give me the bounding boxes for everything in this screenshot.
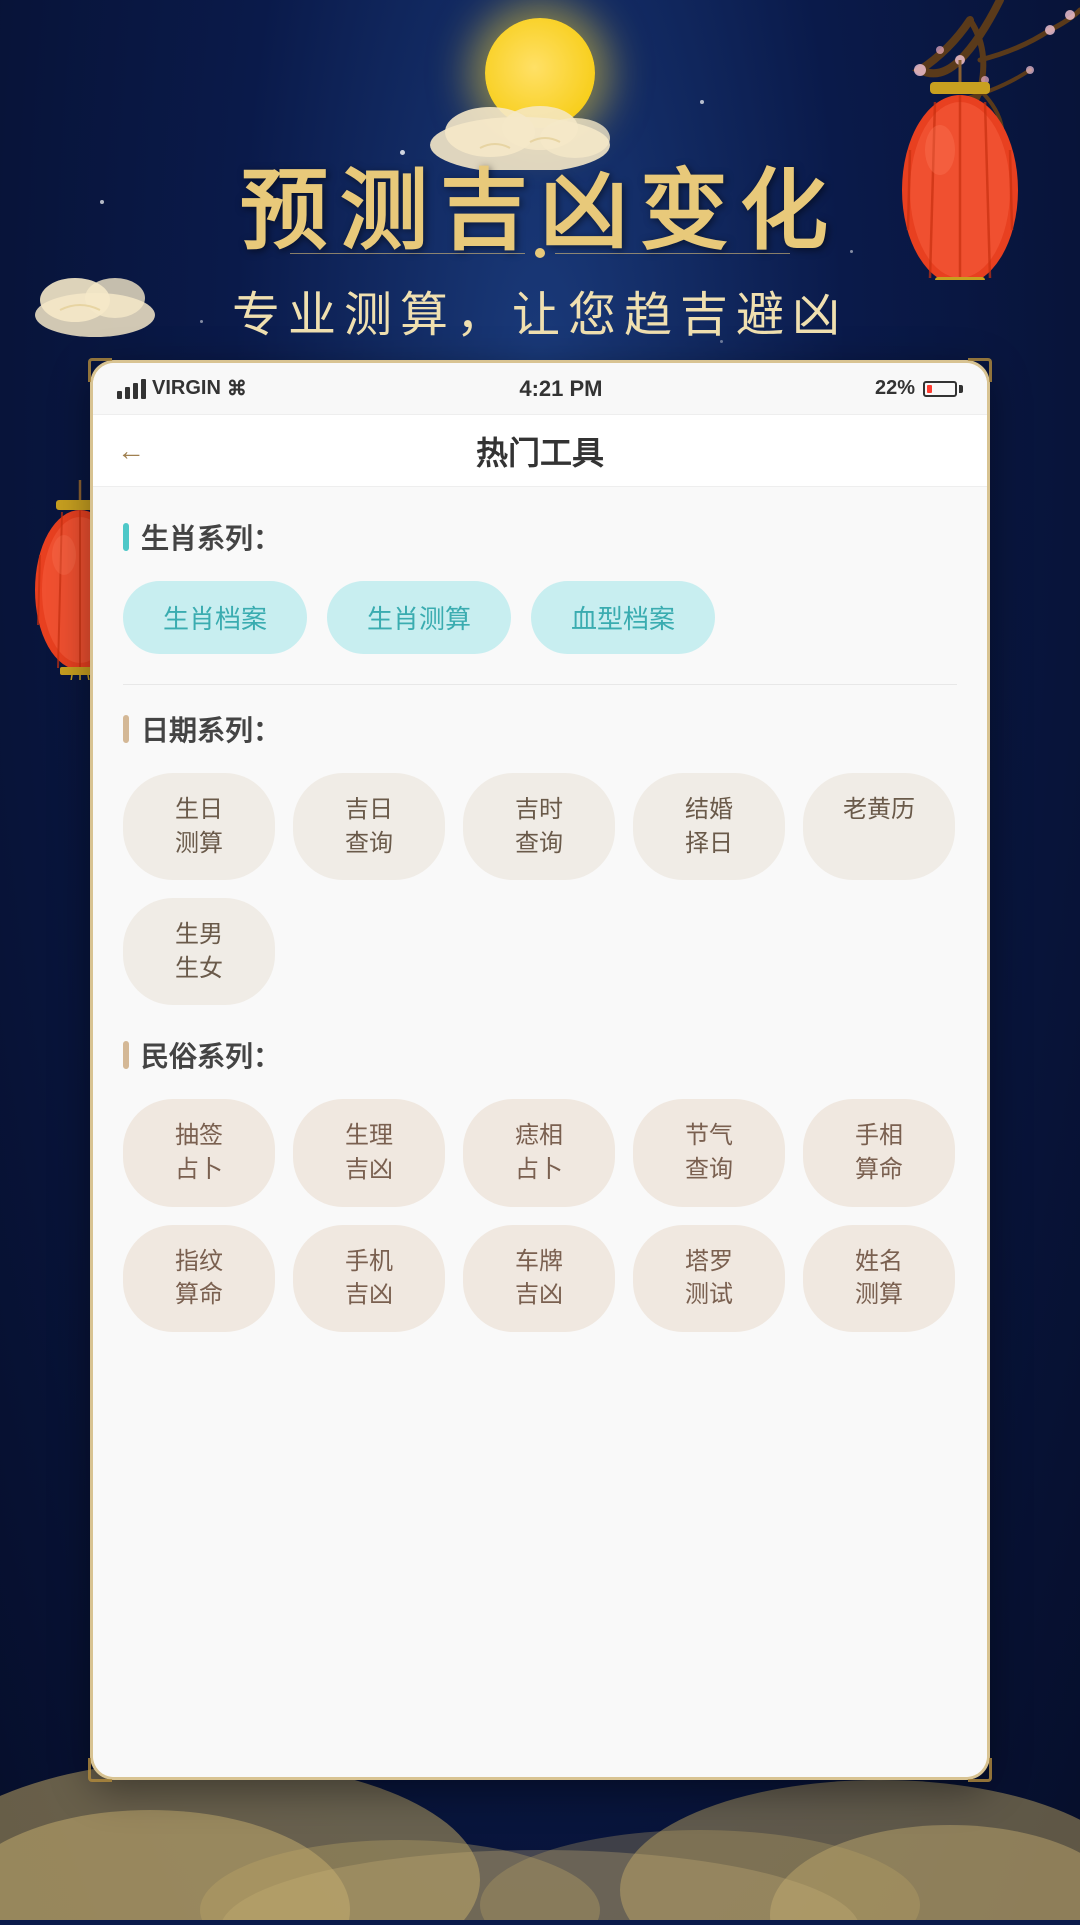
corner-br-decoration <box>968 1758 992 1782</box>
content-area: 生肖系列： 生肖档案 生肖测算 血型档案 日期系列： 生日测算 吉日查询 吉时查… <box>93 487 987 1777</box>
phone-frame: VIRGIN ⌘ 4:21 PM 22% ← 热门工具 生肖系列： <box>90 360 990 1780</box>
section-shengxiao-title: 生肖系列： <box>123 517 957 557</box>
status-time: 4:21 PM <box>519 376 602 402</box>
btn-shengxiao-dangan[interactable]: 生肖档案 <box>123 581 307 654</box>
status-bar: VIRGIN ⌘ 4:21 PM 22% <box>93 363 987 415</box>
btn-laohuan-li[interactable]: 老黄历 <box>803 773 955 880</box>
btn-taluo-ceshi[interactable]: 塔罗测试 <box>633 1225 785 1332</box>
date-buttons: 生日测算 吉日查询 吉时查询 结婚择日 老黄历 生男生女 <box>123 773 957 1005</box>
subtitle: 专业测算，让您趋吉避凶 <box>0 275 1080 345</box>
divider-1 <box>123 684 957 685</box>
title-divider <box>290 252 790 254</box>
btn-zhiwen-suanming[interactable]: 指纹算命 <box>123 1225 275 1332</box>
status-right: 22% <box>875 377 963 400</box>
page-title: 热门工具 <box>476 428 604 474</box>
section-folk-label: 民俗系列： <box>141 1035 281 1075</box>
section-shengxiao: 生肖系列： 生肖档案 生肖测算 血型档案 <box>123 517 957 654</box>
btn-shouxiang-suanming[interactable]: 手相算命 <box>803 1099 955 1206</box>
btn-chouqian-zhanbu[interactable]: 抽签占卜 <box>123 1099 275 1206</box>
btn-shengli-jixiong[interactable]: 生理吉凶 <box>293 1099 445 1206</box>
section-shengxiao-label: 生肖系列： <box>141 517 281 557</box>
section-bar-beige-2 <box>123 1041 129 1069</box>
section-bar-teal <box>123 523 129 551</box>
shengxiao-buttons: 生肖档案 生肖测算 血型档案 <box>123 581 957 654</box>
wifi-icon: ⌘ <box>227 376 247 401</box>
corner-bl-decoration <box>88 1758 112 1782</box>
btn-jieqi-chaxun[interactable]: 节气查询 <box>633 1099 785 1206</box>
btn-shengxiao-cesuan[interactable]: 生肖测算 <box>327 581 511 654</box>
back-button[interactable]: ← <box>117 435 145 467</box>
btn-xuexing-dangan[interactable]: 血型档案 <box>531 581 715 654</box>
section-date-label: 日期系列： <box>141 709 281 749</box>
folk-buttons: 抽签占卜 生理吉凶 痣相占卜 节气查询 手相算命 指纹算命 手机吉凶 车牌吉凶 … <box>123 1099 957 1331</box>
section-date: 日期系列： 生日测算 吉日查询 吉时查询 结婚择日 老黄历 生男生女 <box>123 709 957 1005</box>
btn-xingming-cesuan[interactable]: 姓名测算 <box>803 1225 955 1332</box>
btn-zhixiang-zhanbu[interactable]: 痣相占卜 <box>463 1099 615 1206</box>
btn-jishi-chaxun[interactable]: 吉时查询 <box>463 773 615 880</box>
section-date-title: 日期系列： <box>123 709 957 749</box>
section-folk-title: 民俗系列： <box>123 1035 957 1075</box>
btn-chepai-jixiong[interactable]: 车牌吉凶 <box>463 1225 615 1332</box>
section-bar-beige-1 <box>123 715 129 743</box>
btn-shengri-cesuan[interactable]: 生日测算 <box>123 773 275 880</box>
btn-shouji-jixiong[interactable]: 手机吉凶 <box>293 1225 445 1332</box>
status-left: VIRGIN ⌘ <box>117 376 247 401</box>
btn-jiri-chaxun[interactable]: 吉日查询 <box>293 773 445 880</box>
nav-bar: ← 热门工具 <box>93 415 987 487</box>
signal-icon <box>117 379 146 399</box>
btn-shengnan-shengnu[interactable]: 生男生女 <box>123 898 275 1005</box>
corner-tr-decoration <box>968 358 992 382</box>
battery-icon <box>923 381 963 397</box>
battery-percent: 22% <box>875 377 915 400</box>
btn-jiehun-zeri[interactable]: 结婚择日 <box>633 773 785 880</box>
section-folk: 民俗系列： 抽签占卜 生理吉凶 痣相占卜 节气查询 手相算命 指纹算命 手机吉凶… <box>123 1035 957 1331</box>
corner-tl-decoration <box>88 358 112 382</box>
carrier-label: VIRGIN <box>152 377 221 400</box>
